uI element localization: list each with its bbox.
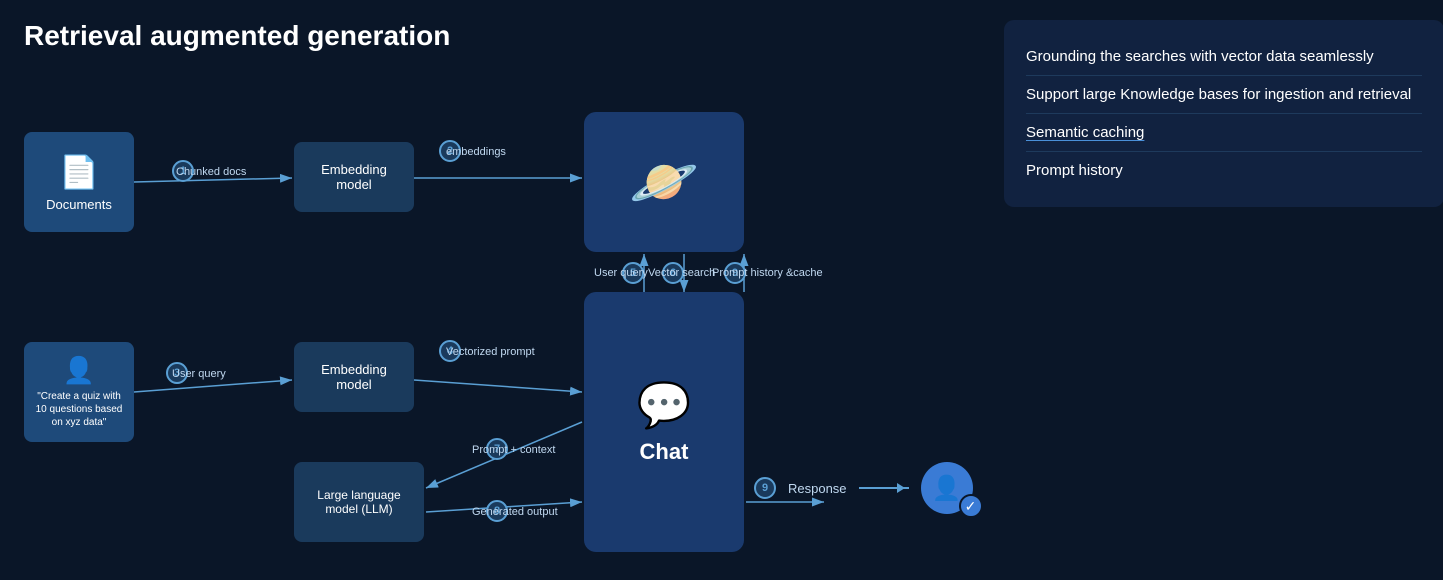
info-box: Grounding the searches with vector data … xyxy=(1004,20,1443,207)
step-3-label: User query xyxy=(172,368,226,380)
info-item-1: Grounding the searches with vector data … xyxy=(1026,38,1422,76)
step-2-label: embeddings xyxy=(446,146,506,158)
vector-db-box: 🪐 xyxy=(584,112,744,252)
check-badge: ✓ xyxy=(959,494,983,518)
embedding-mid-label: Embedding model xyxy=(302,362,406,392)
response-area: 9 Response 👤 ✓ xyxy=(754,462,973,514)
diagram-area: 📄 Documents 1 Chunked docs Embedding mod… xyxy=(24,72,964,562)
step-1-label: Chunked docs xyxy=(176,166,246,178)
embedding-mid-box: Embedding model xyxy=(294,342,414,412)
response-arrow xyxy=(859,487,909,489)
llm-box: Large language model (LLM) xyxy=(294,462,424,542)
documents-box: 📄 Documents xyxy=(24,132,134,232)
documents-label: Documents xyxy=(46,197,112,212)
right-panel: Grounding the searches with vector data … xyxy=(984,20,1443,570)
llm-label: Large language model (LLM) xyxy=(302,488,416,516)
user-icon: 👤 xyxy=(63,355,95,386)
user-avatar-group: 👤 ✓ xyxy=(921,462,973,514)
avatar-wrapper: 👤 ✓ xyxy=(921,462,973,514)
planet-icon: 🪐 xyxy=(629,154,699,210)
info-item-3: Semantic caching xyxy=(1026,114,1422,152)
chat-icon: 💬 xyxy=(637,379,692,431)
chat-label: Chat xyxy=(640,439,689,465)
embedding-top-box: Embedding model xyxy=(294,142,414,212)
chat-box: 💬 Chat xyxy=(584,292,744,552)
info-item-4: Prompt history xyxy=(1026,152,1422,189)
step-8-label: Generated output xyxy=(472,506,558,518)
response-label: Response xyxy=(788,481,847,496)
step-4-label: Vectorized prompt xyxy=(446,346,535,358)
step-9b-circle: 9 xyxy=(754,477,776,499)
user-query-text: "Create a quiz with 10 questions based o… xyxy=(32,390,126,429)
document-icon: 📄 xyxy=(59,153,99,191)
step-6-label: Vector search xyxy=(648,267,713,279)
step-9a-label: Prompt history &cache xyxy=(712,267,782,279)
info-item-2: Support large Knowledge bases for ingest… xyxy=(1026,76,1422,114)
step-5-label: User query xyxy=(594,267,644,279)
step-7-label: Prompt + context xyxy=(472,444,555,456)
user-query-box: 👤 "Create a quiz with 10 questions based… xyxy=(24,342,134,442)
response-step-container: 9 xyxy=(754,477,776,499)
embedding-top-label: Embedding model xyxy=(302,162,406,192)
page-title: Retrieval augmented generation xyxy=(24,20,984,52)
